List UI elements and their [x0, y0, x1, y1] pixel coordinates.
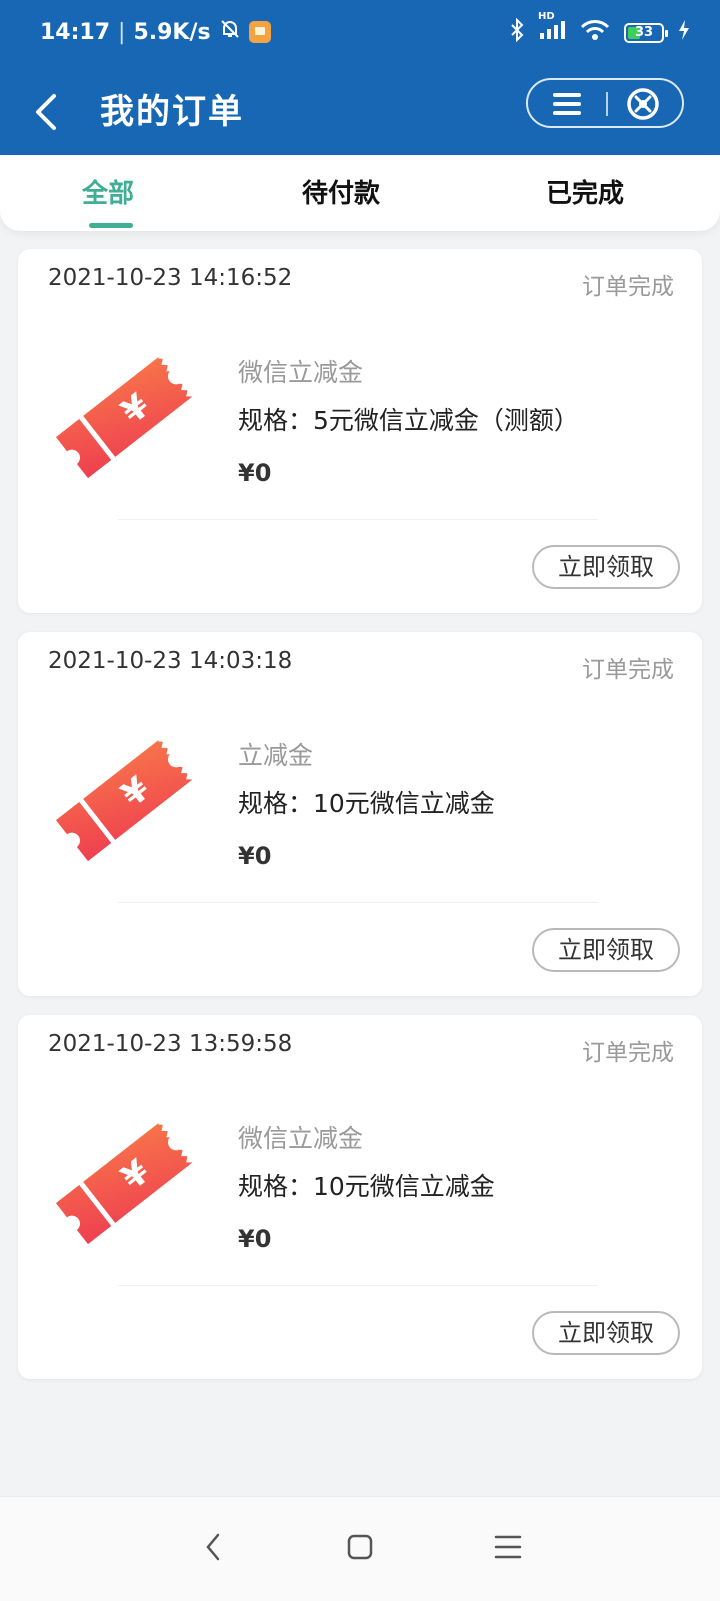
bell-muted-icon [219, 18, 241, 46]
nav-back-icon [206, 1533, 220, 1561]
app-header: 我的订单 [0, 70, 720, 155]
tab-completed[interactable]: 已完成 [546, 173, 624, 210]
system-navigation-bar [0, 1496, 720, 1601]
wifi-icon [580, 19, 610, 46]
notification-app-icon [248, 21, 271, 43]
close-circle-icon [627, 88, 659, 120]
status-time: 14:17 [40, 19, 111, 45]
chevron-left-icon [36, 94, 56, 130]
tab-pending-payment[interactable]: 待付款 [302, 173, 380, 210]
product-price: ¥0 [238, 1225, 272, 1253]
order-status: 订单完成 [582, 274, 674, 300]
status-bar-left: 14:17 | 5.9K/s [40, 18, 271, 46]
order-status: 订单完成 [582, 657, 674, 683]
product-price: ¥0 [238, 459, 272, 487]
order-time: 2021-10-23 14:16:52 [48, 265, 293, 291]
menu-icon [553, 93, 581, 115]
network-speed: 5.9K/s [133, 19, 211, 45]
card-divider [118, 1285, 598, 1286]
back-button[interactable] [28, 88, 68, 136]
claim-button[interactable]: 立即领取 [532, 928, 680, 972]
order-status: 订单完成 [582, 1040, 674, 1066]
product-name: 微信立减金 [238, 358, 364, 387]
order-card: 2021-10-23 13:59:58 订单完成 ¥ 微信立减金 规格：10元微… [18, 1015, 702, 1379]
nav-menu-button[interactable] [488, 1527, 528, 1567]
menu-button[interactable] [540, 86, 594, 122]
product-name: 立减金 [238, 741, 314, 770]
nav-home-button[interactable] [340, 1527, 380, 1567]
nav-home-icon [347, 1534, 373, 1560]
product-spec: 规格：10元微信立减金 [238, 789, 495, 818]
coupon-ticket-icon: ¥ [55, 738, 195, 862]
charging-icon [678, 19, 690, 46]
coupon-ticket-icon: ¥ [55, 355, 195, 479]
product-price: ¥0 [238, 842, 272, 870]
tab-active-indicator [89, 223, 133, 228]
card-divider [118, 902, 598, 903]
claim-button[interactable]: 立即领取 [532, 545, 680, 589]
order-card: 2021-10-23 14:03:18 订单完成 ¥ 立减金 规格：10元微信立… [18, 632, 702, 996]
order-tabs: 全部 待付款 已完成 [0, 155, 720, 231]
signal-icon: HD [538, 11, 566, 46]
nav-back-button[interactable] [194, 1527, 234, 1567]
page-title: 我的订单 [100, 92, 244, 132]
tab-all[interactable]: 全部 [82, 173, 134, 210]
status-divider: | [118, 19, 126, 45]
mini-program-capsule [526, 78, 684, 128]
battery-level: 33 [634, 24, 654, 40]
product-name: 微信立减金 [238, 1124, 364, 1153]
card-divider [118, 519, 598, 520]
status-bar: 14:17 | 5.9K/s HD 33 [0, 0, 720, 70]
battery-icon: 33 [624, 22, 668, 43]
network-type: HD [538, 11, 555, 22]
claim-button[interactable]: 立即领取 [532, 1311, 680, 1355]
coupon-ticket-icon: ¥ [55, 1121, 195, 1245]
product-spec: 规格：10元微信立减金 [238, 1172, 495, 1201]
nav-menu-icon [494, 1535, 522, 1559]
capsule-divider [606, 92, 608, 116]
status-bar-right: HD 33 [510, 11, 690, 47]
bluetooth-icon [510, 17, 524, 47]
order-card: 2021-10-23 14:16:52 订单完成 ¥ 微信立减金 规格：5元微信… [18, 249, 702, 613]
order-time: 2021-10-23 14:03:18 [48, 648, 293, 674]
product-spec: 规格：5元微信立减金（测额） [238, 406, 579, 435]
order-time: 2021-10-23 13:59:58 [48, 1031, 293, 1057]
close-button[interactable] [616, 86, 670, 122]
